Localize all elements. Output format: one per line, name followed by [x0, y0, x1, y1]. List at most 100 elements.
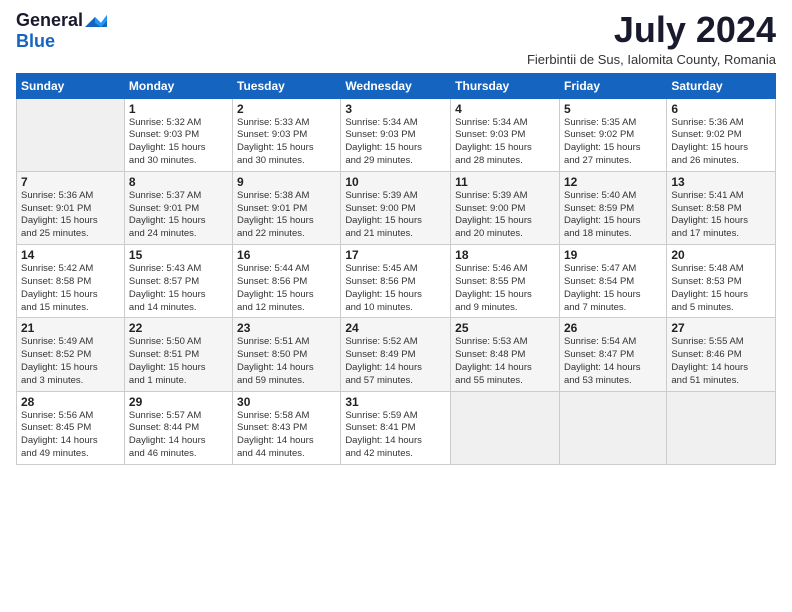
day-info: Sunrise: 5:49 AMSunset: 8:52 PMDaylight:…	[21, 336, 120, 387]
day-number: 27	[671, 321, 771, 335]
weekday-header-friday: Friday	[559, 73, 666, 98]
day-number: 30	[237, 395, 336, 409]
day-cell	[667, 391, 776, 464]
day-number: 4	[455, 102, 555, 116]
calendar: SundayMondayTuesdayWednesdayThursdayFrid…	[16, 73, 776, 465]
logo: General Blue	[16, 10, 107, 52]
weekday-header-saturday: Saturday	[667, 73, 776, 98]
day-info: Sunrise: 5:34 AMSunset: 9:03 PMDaylight:…	[455, 117, 555, 168]
day-info: Sunrise: 5:39 AMSunset: 9:00 PMDaylight:…	[455, 190, 555, 241]
day-cell: 27Sunrise: 5:55 AMSunset: 8:46 PMDayligh…	[667, 318, 776, 391]
day-info: Sunrise: 5:55 AMSunset: 8:46 PMDaylight:…	[671, 336, 771, 387]
week-row-1: 7Sunrise: 5:36 AMSunset: 9:01 PMDaylight…	[17, 171, 776, 244]
day-number: 16	[237, 248, 336, 262]
day-info: Sunrise: 5:35 AMSunset: 9:02 PMDaylight:…	[564, 117, 662, 168]
day-number: 28	[21, 395, 120, 409]
day-cell: 8Sunrise: 5:37 AMSunset: 9:01 PMDaylight…	[124, 171, 232, 244]
day-cell: 15Sunrise: 5:43 AMSunset: 8:57 PMDayligh…	[124, 245, 232, 318]
day-number: 17	[345, 248, 446, 262]
weekday-header-tuesday: Tuesday	[233, 73, 341, 98]
weekday-header-wednesday: Wednesday	[341, 73, 451, 98]
day-cell: 30Sunrise: 5:58 AMSunset: 8:43 PMDayligh…	[233, 391, 341, 464]
weekday-header-thursday: Thursday	[451, 73, 560, 98]
week-row-3: 21Sunrise: 5:49 AMSunset: 8:52 PMDayligh…	[17, 318, 776, 391]
day-info: Sunrise: 5:47 AMSunset: 8:54 PMDaylight:…	[564, 263, 662, 314]
day-number: 5	[564, 102, 662, 116]
day-number: 6	[671, 102, 771, 116]
day-number: 29	[129, 395, 228, 409]
day-info: Sunrise: 5:36 AMSunset: 9:02 PMDaylight:…	[671, 117, 771, 168]
day-cell: 16Sunrise: 5:44 AMSunset: 8:56 PMDayligh…	[233, 245, 341, 318]
day-cell: 24Sunrise: 5:52 AMSunset: 8:49 PMDayligh…	[341, 318, 451, 391]
day-number: 18	[455, 248, 555, 262]
weekday-header-monday: Monday	[124, 73, 232, 98]
day-cell: 6Sunrise: 5:36 AMSunset: 9:02 PMDaylight…	[667, 98, 776, 171]
day-number: 26	[564, 321, 662, 335]
day-number: 25	[455, 321, 555, 335]
header-right: July 2024 Fierbintii de Sus, Ialomita Co…	[527, 10, 776, 67]
day-number: 22	[129, 321, 228, 335]
day-cell: 12Sunrise: 5:40 AMSunset: 8:59 PMDayligh…	[559, 171, 666, 244]
day-info: Sunrise: 5:54 AMSunset: 8:47 PMDaylight:…	[564, 336, 662, 387]
day-number: 15	[129, 248, 228, 262]
logo-blue-text: Blue	[16, 31, 55, 52]
logo-general-text: General	[16, 10, 83, 31]
day-number: 23	[237, 321, 336, 335]
day-info: Sunrise: 5:40 AMSunset: 8:59 PMDaylight:…	[564, 190, 662, 241]
day-cell: 14Sunrise: 5:42 AMSunset: 8:58 PMDayligh…	[17, 245, 125, 318]
location: Fierbintii de Sus, Ialomita County, Roma…	[527, 52, 776, 67]
day-cell: 2Sunrise: 5:33 AMSunset: 9:03 PMDaylight…	[233, 98, 341, 171]
day-number: 2	[237, 102, 336, 116]
day-info: Sunrise: 5:48 AMSunset: 8:53 PMDaylight:…	[671, 263, 771, 314]
day-cell: 31Sunrise: 5:59 AMSunset: 8:41 PMDayligh…	[341, 391, 451, 464]
day-cell: 28Sunrise: 5:56 AMSunset: 8:45 PMDayligh…	[17, 391, 125, 464]
day-info: Sunrise: 5:44 AMSunset: 8:56 PMDaylight:…	[237, 263, 336, 314]
page: General Blue July 2024 Fierbintii de Sus…	[0, 0, 792, 612]
day-cell: 19Sunrise: 5:47 AMSunset: 8:54 PMDayligh…	[559, 245, 666, 318]
day-number: 11	[455, 175, 555, 189]
day-cell: 11Sunrise: 5:39 AMSunset: 9:00 PMDayligh…	[451, 171, 560, 244]
day-info: Sunrise: 5:34 AMSunset: 9:03 PMDaylight:…	[345, 117, 446, 168]
day-number: 8	[129, 175, 228, 189]
day-info: Sunrise: 5:57 AMSunset: 8:44 PMDaylight:…	[129, 410, 228, 461]
day-number: 7	[21, 175, 120, 189]
weekday-header-sunday: Sunday	[17, 73, 125, 98]
month-title: July 2024	[527, 10, 776, 50]
day-number: 3	[345, 102, 446, 116]
day-info: Sunrise: 5:56 AMSunset: 8:45 PMDaylight:…	[21, 410, 120, 461]
day-cell: 22Sunrise: 5:50 AMSunset: 8:51 PMDayligh…	[124, 318, 232, 391]
day-number: 21	[21, 321, 120, 335]
day-info: Sunrise: 5:50 AMSunset: 8:51 PMDaylight:…	[129, 336, 228, 387]
day-info: Sunrise: 5:51 AMSunset: 8:50 PMDaylight:…	[237, 336, 336, 387]
day-cell: 13Sunrise: 5:41 AMSunset: 8:58 PMDayligh…	[667, 171, 776, 244]
day-cell: 9Sunrise: 5:38 AMSunset: 9:01 PMDaylight…	[233, 171, 341, 244]
day-number: 13	[671, 175, 771, 189]
day-number: 10	[345, 175, 446, 189]
day-cell: 23Sunrise: 5:51 AMSunset: 8:50 PMDayligh…	[233, 318, 341, 391]
day-info: Sunrise: 5:59 AMSunset: 8:41 PMDaylight:…	[345, 410, 446, 461]
day-info: Sunrise: 5:43 AMSunset: 8:57 PMDaylight:…	[129, 263, 228, 314]
week-row-4: 28Sunrise: 5:56 AMSunset: 8:45 PMDayligh…	[17, 391, 776, 464]
weekday-header-row: SundayMondayTuesdayWednesdayThursdayFrid…	[17, 73, 776, 98]
week-row-0: 1Sunrise: 5:32 AMSunset: 9:03 PMDaylight…	[17, 98, 776, 171]
day-info: Sunrise: 5:36 AMSunset: 9:01 PMDaylight:…	[21, 190, 120, 241]
day-cell: 26Sunrise: 5:54 AMSunset: 8:47 PMDayligh…	[559, 318, 666, 391]
day-info: Sunrise: 5:41 AMSunset: 8:58 PMDaylight:…	[671, 190, 771, 241]
day-info: Sunrise: 5:46 AMSunset: 8:55 PMDaylight:…	[455, 263, 555, 314]
day-cell: 17Sunrise: 5:45 AMSunset: 8:56 PMDayligh…	[341, 245, 451, 318]
day-info: Sunrise: 5:37 AMSunset: 9:01 PMDaylight:…	[129, 190, 228, 241]
day-number: 31	[345, 395, 446, 409]
day-info: Sunrise: 5:45 AMSunset: 8:56 PMDaylight:…	[345, 263, 446, 314]
day-info: Sunrise: 5:58 AMSunset: 8:43 PMDaylight:…	[237, 410, 336, 461]
day-cell: 25Sunrise: 5:53 AMSunset: 8:48 PMDayligh…	[451, 318, 560, 391]
day-number: 9	[237, 175, 336, 189]
day-cell: 21Sunrise: 5:49 AMSunset: 8:52 PMDayligh…	[17, 318, 125, 391]
day-cell: 20Sunrise: 5:48 AMSunset: 8:53 PMDayligh…	[667, 245, 776, 318]
day-cell: 7Sunrise: 5:36 AMSunset: 9:01 PMDaylight…	[17, 171, 125, 244]
day-cell	[17, 98, 125, 171]
logo-bird-icon	[85, 13, 107, 31]
week-row-2: 14Sunrise: 5:42 AMSunset: 8:58 PMDayligh…	[17, 245, 776, 318]
day-number: 24	[345, 321, 446, 335]
day-info: Sunrise: 5:42 AMSunset: 8:58 PMDaylight:…	[21, 263, 120, 314]
day-info: Sunrise: 5:33 AMSunset: 9:03 PMDaylight:…	[237, 117, 336, 168]
